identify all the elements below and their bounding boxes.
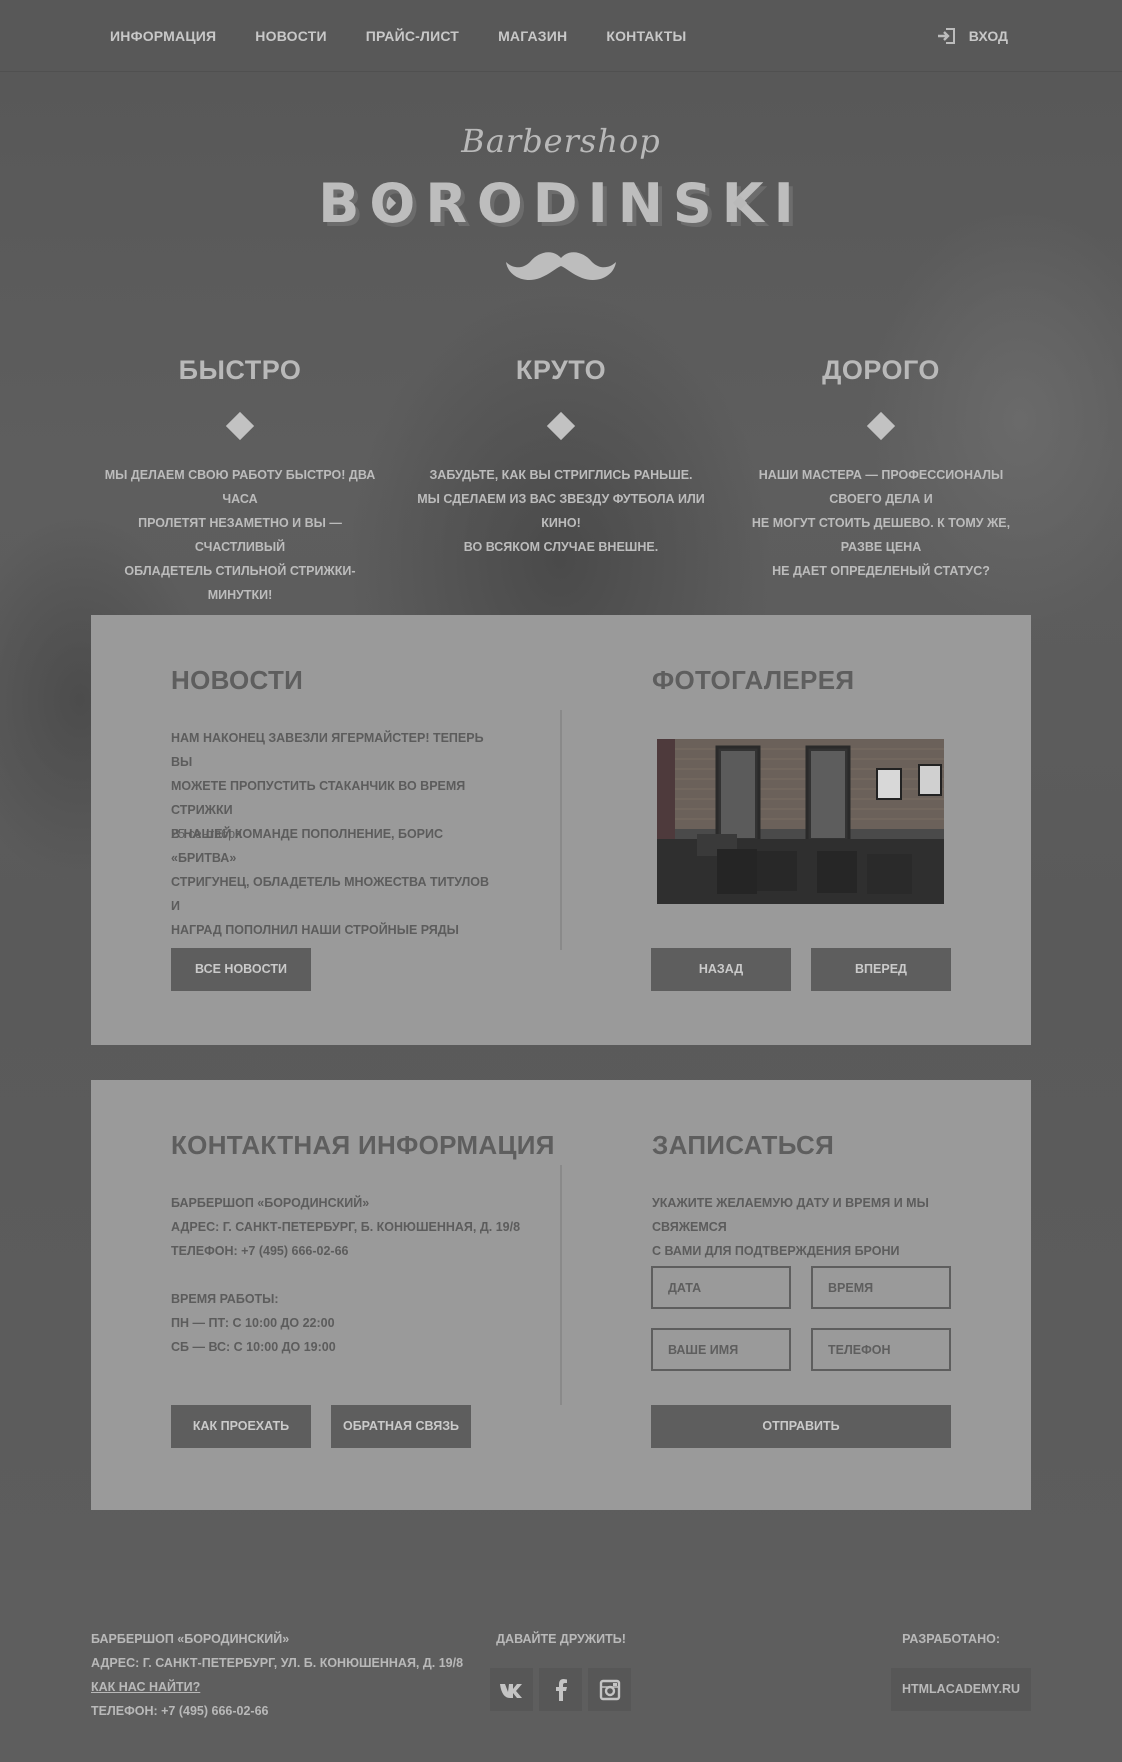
feature-line: НЕ МОГУТ СТОИТЬ ДЕШЕВО. К ТОМУ ЖЕ, РАЗВЕ…: [751, 516, 1011, 554]
all-news-button[interactable]: ВСЕ НОВОСТИ: [171, 948, 311, 991]
feature-text: НАШИ МАСТЕРА — ПРОФЕССИОНАЛЫ СВОЕГО ДЕЛА…: [736, 463, 1026, 583]
logo-brand-text: BORODINSKI: [318, 172, 804, 235]
nav-item-price-list[interactable]: ПРАЙС-ЛИСТ: [366, 28, 459, 44]
panel-divider: [560, 710, 562, 950]
vk-link[interactable]: [490, 1668, 533, 1711]
booking-line: С ВАМИ ДЛЯ ПОДТВЕРЖДЕНИЯ БРОНИ: [652, 1244, 900, 1258]
feature-line: ПРОЛЕТЯТ НЕЗАМЕТНО И ВЫ — СЧАСТЛИВЫЙ: [138, 516, 342, 554]
feature-line: ВО ВСЯКОМ СЛУЧАЕ ВНЕШНЕ.: [463, 540, 659, 554]
find-us-link[interactable]: КАК НАС НАЙТИ?: [91, 1680, 200, 1694]
feature-cool: КРУТО ЗАБУДЬТЕ, КАК ВЫ СТРИГЛИСЬ РАНЬШЕ.…: [416, 355, 706, 559]
date-field[interactable]: [651, 1266, 791, 1309]
feature-line: ОБЛАДЕТЕЛЬ СТИЛЬНОЙ СТРИЖКИ-МИНУТКИ!: [124, 564, 356, 602]
instagram-link[interactable]: [588, 1668, 631, 1711]
hours-line: ВРЕМЯ РАБОТЫ:: [171, 1292, 279, 1306]
feature-expensive: ДОРОГО НАШИ МАСТЕРА — ПРОФЕССИОНАЛЫ СВОЕ…: [736, 355, 1026, 583]
booking-description: УКАЖИТЕ ЖЕЛАЕМУЮ ДАТУ И ВРЕМЯ И МЫ СВЯЖЕ…: [652, 1191, 972, 1263]
contacts-info: БАРБЕРШОП «БОРОДИНСКИЙ» АДРЕС: Г. САНКТ-…: [171, 1191, 541, 1263]
contacts-line: БАРБЕРШОП «БОРОДИНСКИЙ»: [171, 1196, 370, 1210]
gallery-back-button[interactable]: НАЗАД: [651, 948, 791, 991]
news-item-text: В НАШЕЙ КОМАНДЕ ПОПОЛНЕНИЕ, БОРИС «БРИТВ…: [171, 822, 501, 942]
top-navigation-bar: ИНФОРМАЦИЯ НОВОСТИ ПРАЙС-ЛИСТ МАГАЗИН КО…: [0, 0, 1122, 72]
footer-line: АДРЕС: Г. САНКТ-ПЕТЕРБУРГ, УЛ. Б. КОНЮШЕ…: [91, 1656, 464, 1670]
instagram-icon: [599, 1679, 620, 1700]
feedback-button[interactable]: ОБРАТНАЯ СВЯЗЬ: [331, 1405, 471, 1448]
booking-title: ЗАПИСАТЬСЯ: [652, 1130, 835, 1160]
contacts-booking-panel: КОНТАКТНАЯ ИНФОРМАЦИЯ БАРБЕРШОП «БОРОДИН…: [91, 1080, 1031, 1510]
contacts-line: ТЕЛЕФОН: +7 (495) 666-02-66: [171, 1244, 349, 1258]
mustache-icon: [506, 252, 616, 281]
nav-item-shop[interactable]: МАГАЗИН: [498, 28, 567, 44]
login-icon: [937, 28, 955, 44]
news-line: НАГРАД ПОПОЛНИЛ НАШИ СТРОЙНЫЕ РЯДЫ: [171, 923, 459, 937]
feature-title: КРУТО: [515, 355, 607, 385]
diamond-icon: [225, 411, 255, 441]
feature-fast: БЫСТРО МЫ ДЕЛАЕМ СВОЮ РАБОТУ БЫСТРО! ДВА…: [95, 355, 385, 607]
nav-item-info[interactable]: ИНФОРМАЦИЯ: [110, 28, 216, 44]
facebook-link[interactable]: [539, 1668, 582, 1711]
panel-divider: [560, 1165, 562, 1405]
login-label: ВХОД: [968, 28, 1008, 44]
logo-brand-row: BORODINSKI: [0, 172, 1122, 235]
feature-line: МЫ СДЕЛАЕМ ИЗ ВАС ЗВЕЗДУ ФУТБОЛА ИЛИ КИН…: [417, 492, 705, 530]
news-item-text: НАМ НАКОНЕЦ ЗАВЕЗЛИ ЯГЕРМАЙСТЕР! ТЕПЕРЬ …: [171, 726, 501, 822]
logo-script-text: Barbershop: [461, 122, 661, 160]
news-gallery-panel: НОВОСТИ НАМ НАКОНЕЦ ЗАВЕЗЛИ ЯГЕРМАЙСТЕР!…: [91, 615, 1031, 1045]
nav-item-news[interactable]: НОВОСТИ: [255, 28, 326, 44]
logo: Barbershop BORODINSKI: [0, 122, 1122, 235]
footer-phone: ТЕЛЕФОН: +7 (495) 666-02-66: [91, 1704, 269, 1718]
gallery-title: ФОТОГАЛЕРЕЯ: [652, 665, 855, 695]
news-line: СТРИГУНЕЦ, ОБЛАДЕТЕЛЬ МНОЖЕСТВА ТИТУЛОВ …: [171, 875, 490, 913]
news-line: МОЖЕТЕ ПРОПУСТИТЬ СТАКАНЧИК ВО ВРЕМЯ СТР…: [171, 779, 466, 817]
nav-item-contacts[interactable]: КОНТАКТЫ: [606, 28, 686, 44]
vk-icon: [499, 1683, 522, 1698]
news-line: В НАШЕЙ КОМАНДЕ ПОПОЛНЕНИЕ, БОРИС «БРИТВ…: [171, 827, 444, 865]
feature-line: НЕ ДАЕТ ОПРЕДЕЛЕНЫЙ СТАТУС?: [772, 564, 990, 578]
contacts-title: КОНТАКТНАЯ ИНФОРМАЦИЯ: [171, 1130, 555, 1160]
feature-title: БЫСТРО: [178, 355, 302, 385]
main-nav: ИНФОРМАЦИЯ НОВОСТИ ПРАЙС-ЛИСТ МАГАЗИН КО…: [110, 0, 725, 72]
gallery-photo: [657, 739, 944, 904]
booking-line: УКАЖИТЕ ЖЕЛАЕМУЮ ДАТУ И ВРЕМЯ И МЫ СВЯЖЕ…: [652, 1196, 929, 1234]
hours-line: ПН — ПТ: С 10:00 ДО 22:00: [171, 1316, 335, 1330]
hours-line: СБ — ВС: С 10:00 ДО 19:00: [171, 1340, 336, 1354]
login-link[interactable]: ВХОД: [937, 0, 1008, 72]
diamond-icon: [546, 411, 576, 441]
working-hours: ВРЕМЯ РАБОТЫ: ПН — ПТ: С 10:00 ДО 22:00 …: [171, 1287, 541, 1359]
feature-line: МЫ ДЕЛАЕМ СВОЮ РАБОТУ БЫСТРО! ДВА ЧАСА: [104, 468, 376, 506]
feature-line: НАШИ МАСТЕРА — ПРОФЕССИОНАЛЫ СВОЕГО ДЕЛА…: [758, 468, 1004, 506]
feature-line: ЗАБУДЬТЕ, КАК ВЫ СТРИГЛИСЬ РАНЬШЕ.: [429, 468, 693, 482]
developer-link[interactable]: HTMLACADEMY.RU: [891, 1668, 1031, 1711]
feature-text: ЗАБУДЬТЕ, КАК ВЫ СТРИГЛИСЬ РАНЬШЕ. МЫ СД…: [416, 463, 706, 559]
submit-button[interactable]: ОТПРАВИТЬ: [651, 1405, 951, 1448]
gallery-forward-button[interactable]: ВПЕРЕД: [811, 948, 951, 991]
news-line: НАМ НАКОНЕЦ ЗАВЕЗЛИ ЯГЕРМАЙСТЕР! ТЕПЕРЬ …: [171, 731, 484, 769]
news-title: НОВОСТИ: [171, 665, 304, 695]
news-item[interactable]: В НАШЕЙ КОМАНДЕ ПОПОЛНЕНИЕ, БОРИС «БРИТВ…: [171, 822, 501, 966]
name-field[interactable]: [651, 1328, 791, 1371]
route-button[interactable]: КАК ПРОЕХАТЬ: [171, 1405, 311, 1448]
diamond-icon: [866, 411, 896, 441]
facebook-icon: [555, 1678, 567, 1701]
feature-title: ДОРОГО: [822, 355, 940, 385]
developer-title: РАЗРАБОТАНО:: [902, 1632, 1000, 1646]
footer: БАРБЕРШОП «БОРОДИНСКИЙ» АДРЕС: Г. САНКТ-…: [0, 1570, 1122, 1762]
feature-text: МЫ ДЕЛАЕМ СВОЮ РАБОТУ БЫСТРО! ДВА ЧАСА П…: [95, 463, 385, 607]
phone-field[interactable]: [811, 1328, 951, 1371]
contacts-line: АДРЕС: Г. САНКТ-ПЕТЕРБУРГ, Б. КОНЮШЕННАЯ…: [171, 1220, 521, 1234]
time-field[interactable]: [811, 1266, 951, 1309]
